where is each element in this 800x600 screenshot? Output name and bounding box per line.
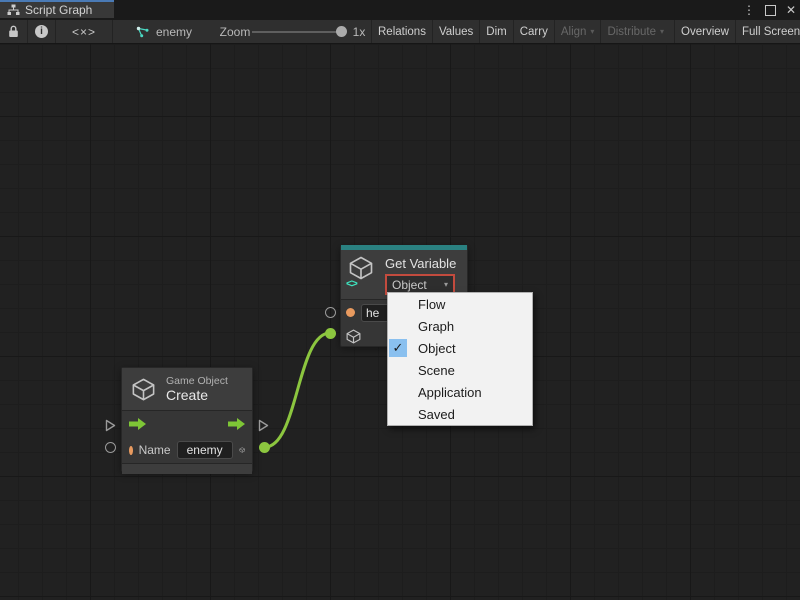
cube-icon xyxy=(239,442,245,458)
flow-input-arrow-icon[interactable] xyxy=(129,418,146,430)
graph-name: enemy xyxy=(156,25,192,39)
tab-script-graph[interactable]: Script Graph xyxy=(0,0,114,18)
create-name-input-port[interactable] xyxy=(105,442,116,453)
cube-icon xyxy=(345,328,362,345)
script-graph-window: Script Graph ⋮ ✕ i <×> xyxy=(0,0,800,600)
window-close-icon[interactable]: ✕ xyxy=(786,0,796,20)
info-icon: i xyxy=(35,25,48,38)
create-object-output-port-connected[interactable] xyxy=(259,442,270,453)
create-game-object-node[interactable]: Game Object Create Name xyxy=(121,367,253,472)
name-port-label: Name xyxy=(139,443,171,457)
graph-toolbar: i <×> enemy Zoom 1x Relations xyxy=(0,20,800,44)
name-row: Name xyxy=(122,437,252,463)
full-screen-button[interactable]: Full Screen xyxy=(735,20,800,43)
string-input-port[interactable] xyxy=(129,446,133,455)
chevron-down-icon: ▾ xyxy=(660,27,664,36)
menu-item-flow[interactable]: Flow xyxy=(388,293,532,315)
node-title: Create xyxy=(166,387,228,403)
lock-button[interactable] xyxy=(0,20,27,43)
string-input-port[interactable] xyxy=(346,308,355,317)
graph-breadcrumb[interactable]: enemy xyxy=(136,20,196,43)
toolbar-separator xyxy=(112,20,113,43)
create-flow-output-port[interactable] xyxy=(258,419,269,432)
check-icon: ✓ xyxy=(389,339,407,357)
variable-scope-menu: Flow Graph ✓ Object Scene Application Sa… xyxy=(387,292,533,426)
zoom-value: 1x xyxy=(353,25,366,39)
overview-button[interactable]: Overview xyxy=(674,20,735,43)
graph-hierarchy-icon xyxy=(7,4,20,16)
flow-row xyxy=(122,411,252,437)
script-graph-asset-icon xyxy=(136,26,150,38)
relations-button[interactable]: Relations xyxy=(371,20,432,43)
tab-title: Script Graph xyxy=(25,3,92,17)
zoom-slider-handle[interactable] xyxy=(336,26,347,37)
variable-code-icon: <> xyxy=(346,278,357,290)
create-flow-input-port[interactable] xyxy=(105,419,116,432)
chevron-down-icon: ▾ xyxy=(590,27,594,36)
toolbar-buttons: Relations Values Dim Carry Align ▾ Distr… xyxy=(371,20,800,43)
zoom-value-wrap: 1x xyxy=(349,20,369,43)
get-variable-output-port-connected[interactable] xyxy=(325,328,336,339)
node-type-label: Game Object xyxy=(166,375,228,387)
menu-item-saved[interactable]: Saved xyxy=(388,403,532,425)
menu-item-application[interactable]: Application xyxy=(388,381,532,403)
info-button[interactable]: i xyxy=(28,20,55,43)
name-value-input[interactable] xyxy=(177,441,233,459)
zoom-label-wrap: Zoom xyxy=(218,20,252,43)
code-icon: <×> xyxy=(72,25,96,39)
create-node-header: Game Object Create xyxy=(122,368,252,411)
code-view-button[interactable]: <×> xyxy=(56,20,112,43)
title-bar: Script Graph ⋮ ✕ xyxy=(0,0,800,20)
menu-item-scene[interactable]: Scene xyxy=(388,359,532,381)
zoom-slider-track[interactable] xyxy=(252,31,343,33)
get-variable-input-port[interactable] xyxy=(325,307,336,318)
values-button[interactable]: Values xyxy=(432,20,479,43)
cube-icon xyxy=(130,376,157,403)
window-maximize-icon[interactable] xyxy=(765,5,776,16)
flow-output-arrow-icon[interactable] xyxy=(228,418,245,430)
menu-item-graph[interactable]: Graph xyxy=(388,315,532,337)
window-menu-icon[interactable]: ⋮ xyxy=(743,0,755,20)
zoom-label: Zoom xyxy=(220,25,251,39)
chevron-down-icon: ▾ xyxy=(444,280,448,289)
lock-icon xyxy=(8,25,19,38)
align-button[interactable]: Align ▾ xyxy=(554,20,601,43)
get-variable-title: Get Variable xyxy=(385,256,456,271)
window-controls: ⋮ ✕ xyxy=(743,0,796,20)
carry-button[interactable]: Carry xyxy=(513,20,554,43)
create-node-footer xyxy=(122,463,252,474)
graph-canvas[interactable]: <> Get Variable Object ▾ he xyxy=(0,44,800,600)
distribute-button[interactable]: Distribute ▾ xyxy=(600,20,670,43)
dim-button[interactable]: Dim xyxy=(479,20,512,43)
menu-item-object[interactable]: ✓ Object xyxy=(388,337,532,359)
